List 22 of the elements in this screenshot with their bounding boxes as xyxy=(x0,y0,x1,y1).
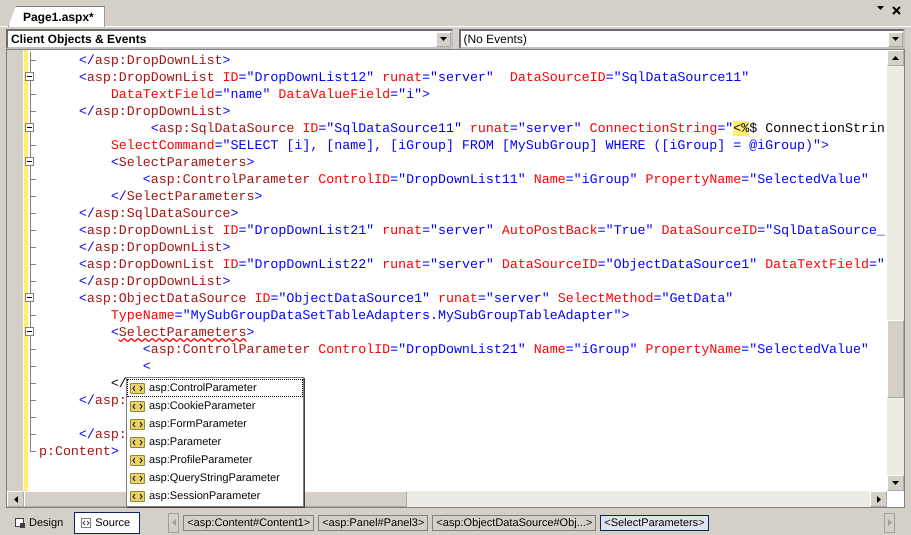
code-line: </SelectParameters> xyxy=(110,189,262,204)
code-line: <asp:DropDownList ID="DropDownList21" runat="server" AutoPostBack="True" DataSourceID="SqlDataSource_ xyxy=(78,223,885,238)
code-line: </asp: xyxy=(78,427,127,442)
code-line: TypeName="MySubGroupDataSetTableAdapters.MySubGroupTableAdapter"> xyxy=(110,308,630,323)
code-line: </asp:DropDownList> xyxy=(78,104,231,119)
code-line: p:Content> xyxy=(39,444,119,459)
code-line: </asp: xyxy=(78,393,127,408)
code-line: <asp:ObjectDataSource ID="ObjectDataSource1" runat="server" SelectMethod="GetData" xyxy=(78,291,734,306)
code-line: <asp:ControlParameter ControlID="DropDownList11" Name="iGroup" PropertyName="SelectedValue" xyxy=(142,172,869,187)
code-line: <SelectParameters> xyxy=(110,155,254,170)
code-line: </ xyxy=(110,376,127,391)
code-line: < xyxy=(142,359,151,374)
code-line: SelectCommand="SELECT [i], [name], [iGroup] FROM [MySubGroup] WHERE ([iGroup] = @iGroup)"> xyxy=(110,138,829,153)
code-line: <asp:ControlParameter ControlID="DropDownList21" Name="iGroup" PropertyName="SelectedValue" xyxy=(142,342,869,357)
code-line: </asp:SqlDataSource> xyxy=(78,206,238,221)
code-line: </asp:DropDownList> xyxy=(78,274,231,289)
code-line: DataTextField="name" DataValueField="i"> xyxy=(110,87,430,102)
code-line: <asp:DropDownList ID="DropDownList12" runat="server" DataSourceID="SqlDataSource11" xyxy=(78,70,750,85)
code-line: </asp:DropDownList> xyxy=(78,240,231,255)
code-line: </asp:DropDownList> xyxy=(78,53,231,68)
code-line: <SelectParameters> xyxy=(110,325,254,340)
code-line: <asp:DropDownList ID="DropDownList22" runat="server" DataSourceID="ObjectDataSource1" DataTextField=" xyxy=(78,257,885,272)
